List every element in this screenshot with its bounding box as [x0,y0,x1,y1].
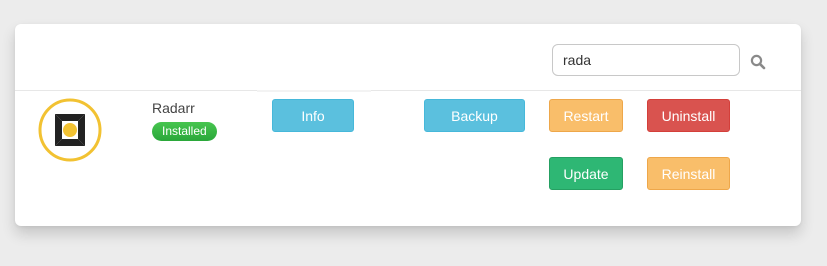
app-name: Radarr [152,100,195,116]
app-card: Radarr Installed Info Backup Restart Uni… [15,24,801,226]
radarr-logo-icon [38,98,102,162]
divider-highlight [257,90,371,92]
reinstall-button[interactable]: Reinstall [647,157,730,190]
status-badge: Installed [152,122,217,141]
backup-button[interactable]: Backup [424,99,525,132]
restart-button[interactable]: Restart [549,99,623,132]
divider [15,90,801,91]
uninstall-button[interactable]: Uninstall [647,99,730,132]
search-icon[interactable] [749,53,767,71]
info-button[interactable]: Info [272,99,354,132]
search-input[interactable] [552,44,740,76]
update-button[interactable]: Update [549,157,623,190]
